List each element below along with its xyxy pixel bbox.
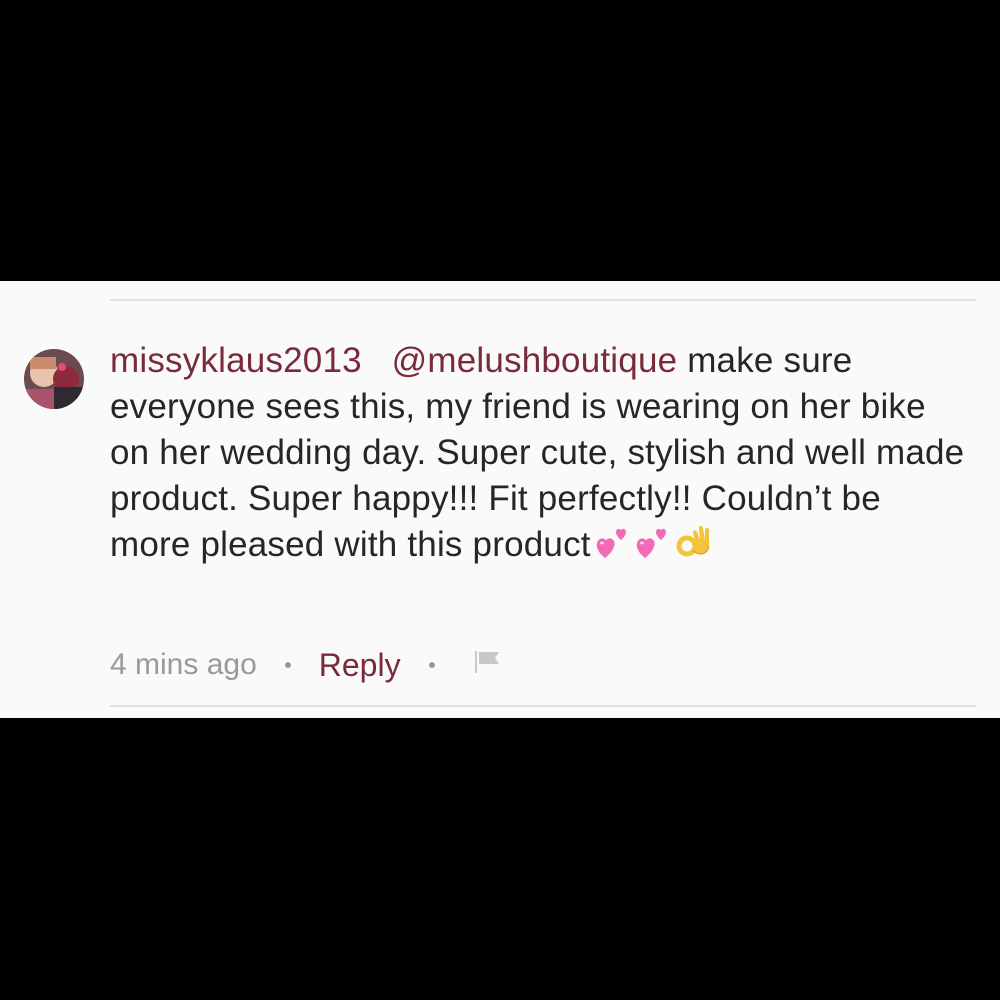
comment-timestamp: 4 mins ago: [110, 648, 257, 681]
two-hearts-icon: [593, 524, 631, 574]
ok-hand-icon: [673, 522, 713, 574]
divider-bottom: [110, 705, 976, 707]
avatar[interactable]: [24, 349, 84, 409]
separator-dot: [284, 662, 291, 668]
avatar-image: [24, 349, 84, 409]
comment-username[interactable]: missyklaus2013: [110, 341, 362, 380]
separator-dot: [428, 662, 435, 668]
reply-button[interactable]: Reply: [319, 647, 401, 684]
comment-meta-row: 4 mins ago Reply: [110, 643, 505, 687]
flag-icon[interactable]: [473, 647, 505, 683]
screenshot-frame: missyklaus2013 @melushboutique make sure…: [0, 0, 1000, 1000]
two-hearts-icon: [633, 524, 671, 574]
comment-text: missyklaus2013 @melushboutique make sure…: [110, 338, 970, 574]
comment-card: missyklaus2013 @melushboutique make sure…: [0, 281, 1000, 718]
comment-mention[interactable]: @melushboutique: [392, 341, 678, 380]
divider-top: [110, 299, 976, 301]
